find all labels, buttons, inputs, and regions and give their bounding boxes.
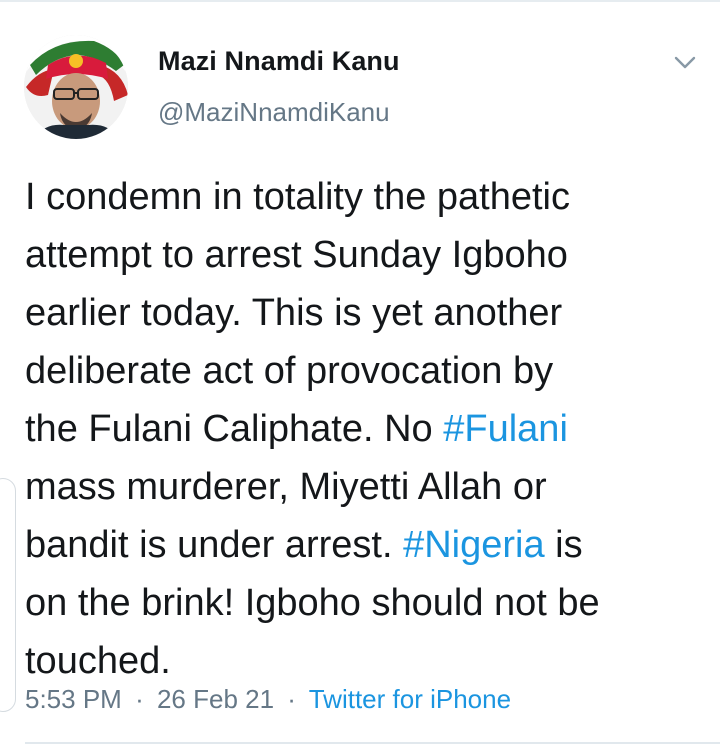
tweet-time[interactable]: 5:53 PM xyxy=(25,684,122,714)
tweet-source-link[interactable]: Twitter for iPhone xyxy=(309,684,511,714)
tweet-view: Mazi Nnamdi Kanu @MaziNnamdiKanu I conde… xyxy=(0,0,720,746)
chevron-down-icon[interactable] xyxy=(672,52,698,72)
bottom-divider xyxy=(25,742,720,744)
author-handle[interactable]: @MaziNnamdiKanu xyxy=(158,97,390,128)
tweet-text-segment: bandit is under arrest. xyxy=(25,524,404,566)
side-panel-edge xyxy=(0,478,16,712)
meta-separator: · xyxy=(135,684,144,714)
tweet-meta: 5:53 PM · 26 Feb 21 · Twitter for iPhone xyxy=(25,684,511,715)
tweet-line: earlier today. This is yet another xyxy=(25,292,563,334)
hashtag-fulani-link[interactable]: #Fulani xyxy=(443,408,568,450)
tweet-date[interactable]: 26 Feb 21 xyxy=(157,684,274,714)
tweet-text: I condemn in totality the pathetic attem… xyxy=(25,168,705,690)
profile-photo-icon xyxy=(24,35,128,139)
tweet-line: deliberate act of provocation by xyxy=(25,350,554,392)
tweet-line: on the brink! Igboho should not be xyxy=(25,582,600,624)
tweet-line: mass murderer, Miyetti Allah or xyxy=(25,466,547,508)
tweet-line: I condemn in totality the pathetic xyxy=(25,176,570,218)
tweet-line: bandit is under arrest. #Nigeria is xyxy=(25,516,705,574)
top-divider xyxy=(0,0,720,2)
hashtag-nigeria-link[interactable]: #Nigeria xyxy=(403,524,545,566)
avatar[interactable] xyxy=(24,35,128,139)
tweet-text-segment: the Fulani Caliphate. No xyxy=(25,408,444,450)
tweet-line: attempt to arrest Sunday Igboho xyxy=(25,234,568,276)
tweet-line: touched. xyxy=(25,640,171,682)
tweet-line: the Fulani Caliphate. No #Fulani xyxy=(25,400,705,458)
author-name[interactable]: Mazi Nnamdi Kanu xyxy=(158,46,400,77)
meta-separator: · xyxy=(287,684,296,714)
tweet-text-segment: is xyxy=(544,524,583,566)
